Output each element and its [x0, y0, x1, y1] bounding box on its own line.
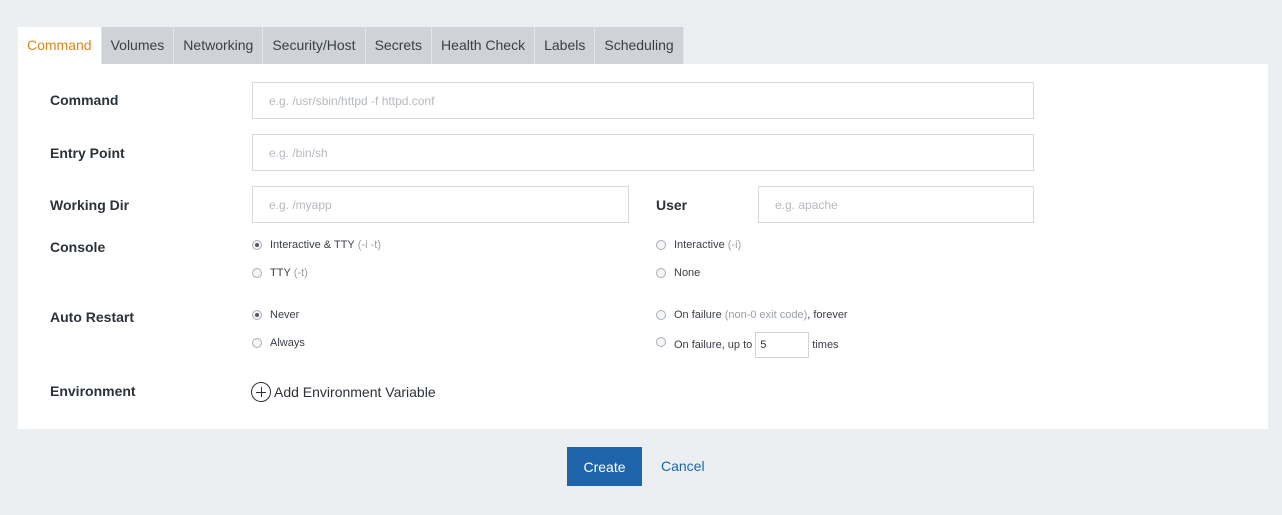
- restart-count-input[interactable]: [755, 332, 810, 358]
- create-button[interactable]: Create: [567, 447, 642, 486]
- working-dir-label: Working Dir: [50, 197, 130, 213]
- radio-icon: [252, 338, 262, 348]
- radio-checked-icon: [252, 240, 262, 250]
- add-environment-variable-label: Add Environment Variable: [274, 384, 436, 400]
- console-option-label: None: [674, 267, 701, 279]
- restart-on-failure-forever-radio[interactable]: On failure (non-0 exit code) , forever: [656, 309, 848, 321]
- restart-option-suffix: times: [812, 339, 839, 351]
- auto-restart-label: Auto Restart: [50, 309, 135, 325]
- tab-command[interactable]: Command: [18, 27, 102, 64]
- plus-circle-icon: [251, 382, 271, 402]
- user-label: User: [656, 197, 688, 213]
- entry-point-input[interactable]: [252, 134, 1034, 171]
- console-interactive-tty-radio[interactable]: Interactive & TTY (-i -t): [252, 239, 381, 251]
- user-input[interactable]: [758, 186, 1034, 223]
- console-tty-radio[interactable]: TTY (-t): [252, 267, 308, 279]
- console-label: Console: [50, 239, 106, 255]
- tab-volumes[interactable]: Volumes: [101, 27, 175, 64]
- tab-scheduling[interactable]: Scheduling: [595, 27, 684, 64]
- tab-labels[interactable]: Labels: [535, 27, 596, 64]
- radio-icon: [656, 310, 666, 320]
- tab-bar: Command Volumes Networking Security/Host…: [18, 27, 684, 64]
- restart-option-hint: (non-0 exit code): [724, 309, 808, 321]
- tab-security-host[interactable]: Security/Host: [263, 27, 366, 64]
- radio-icon: [656, 240, 666, 250]
- tab-networking[interactable]: Networking: [174, 27, 264, 64]
- add-environment-variable-button[interactable]: Add Environment Variable: [251, 382, 436, 402]
- restart-never-radio[interactable]: Never: [252, 309, 299, 321]
- command-input[interactable]: [252, 82, 1034, 119]
- console-option-hint: (-t): [293, 267, 308, 279]
- tab-secrets[interactable]: Secrets: [365, 27, 433, 64]
- restart-option-label: Always: [270, 337, 305, 349]
- working-dir-input[interactable]: [252, 186, 629, 223]
- restart-option-label: On failure, up to: [674, 339, 753, 351]
- restart-on-failure-upto-radio[interactable]: On failure, up to times: [656, 332, 839, 358]
- radio-icon: [656, 337, 666, 347]
- restart-option-label: On failure: [674, 309, 722, 321]
- command-label: Command: [50, 92, 119, 108]
- radio-checked-icon: [252, 310, 262, 320]
- restart-option-label: Never: [270, 309, 300, 321]
- radio-icon: [656, 268, 666, 278]
- restart-always-radio[interactable]: Always: [252, 337, 305, 349]
- cancel-link[interactable]: Cancel: [661, 458, 705, 474]
- console-option-label: TTY: [270, 267, 291, 279]
- environment-label: Environment: [50, 383, 136, 399]
- console-option-hint: (-i -t): [357, 239, 381, 251]
- command-panel: Command Entry Point Working Dir User Con…: [18, 64, 1268, 429]
- radio-icon: [252, 268, 262, 278]
- console-interactive-radio[interactable]: Interactive (-i): [656, 239, 741, 251]
- console-option-label: Interactive: [674, 239, 725, 251]
- tab-health-check[interactable]: Health Check: [432, 27, 536, 64]
- console-option-hint: (-i): [727, 239, 742, 251]
- console-none-radio[interactable]: None: [656, 267, 700, 279]
- restart-option-suffix: , forever: [807, 309, 848, 321]
- entry-point-label: Entry Point: [50, 145, 125, 161]
- console-option-label: Interactive & TTY: [270, 239, 355, 251]
